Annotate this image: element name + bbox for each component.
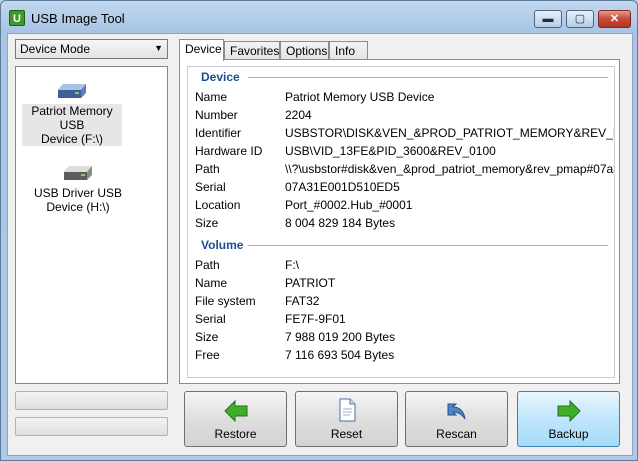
device-label-line1: USB Driver USB	[33, 186, 122, 200]
rescan-arrow-icon	[447, 403, 466, 420]
property-value: 2204	[285, 108, 312, 122]
property-key: Size	[195, 216, 219, 230]
main-window: U USB Image Tool ▬ ▢ ✕ Device Mode ▼ Pat…	[0, 0, 638, 461]
property-row[interactable]: Name Patriot Memory USB Device	[195, 88, 614, 106]
property-value: PATRIOT	[285, 276, 336, 290]
app-logo-icon: U	[9, 10, 25, 26]
arrow-left-icon	[224, 400, 248, 422]
property-value: FE7F-9F01	[285, 312, 346, 326]
close-button[interactable]: ✕	[598, 10, 631, 28]
property-key: Size	[195, 330, 219, 344]
property-row[interactable]: Path \\?\usbstor#disk&ven_&prod_patriot_m…	[195, 160, 614, 178]
backup-button[interactable]: Backup	[517, 391, 620, 447]
maximize-button[interactable]: ▢	[566, 10, 594, 28]
device-label-line2: Device (H:\)	[46, 200, 110, 214]
device-item-patriot[interactable]: Patriot Memory USB Device (F:\)	[22, 81, 122, 146]
property-key: Serial	[195, 312, 226, 326]
property-key: Number	[195, 108, 238, 122]
window-title: USB Image Tool	[31, 11, 125, 26]
chevron-down-icon[interactable]: ▼	[154, 43, 163, 53]
property-key: File system	[195, 294, 256, 308]
rescan-button-label: Rescan	[436, 427, 477, 441]
reset-button[interactable]: Reset	[295, 391, 398, 447]
property-row[interactable]: Hardware ID USB\VID_13FE&PID_3600&REV_010…	[195, 142, 614, 160]
property-row[interactable]: File system FAT32	[195, 292, 614, 310]
property-row[interactable]: Serial 07A31E001D510ED5	[195, 178, 614, 196]
client-area: Device Mode ▼ Patriot Memory USB Device …	[7, 33, 633, 456]
mode-dropdown-value: Device Mode	[20, 42, 91, 56]
property-key: Identifier	[195, 126, 242, 140]
property-row[interactable]: Size 8 004 829 184 Bytes	[195, 214, 614, 232]
property-row[interactable]: Location Port_#0002.Hub_#0001	[195, 196, 614, 214]
group-divider	[248, 245, 608, 246]
reset-button-label: Reset	[330, 427, 363, 441]
property-value: 7 988 019 200 Bytes	[285, 330, 396, 344]
arrow-right-icon	[557, 400, 581, 422]
progress-bar-top	[15, 391, 168, 410]
progress-bar-bottom	[15, 417, 168, 436]
tab-info[interactable]: Info	[329, 41, 368, 60]
group-title-device: Device	[201, 70, 240, 84]
group-divider	[248, 77, 608, 78]
device-label-line1: Patriot Memory USB	[31, 104, 113, 132]
title-bar[interactable]: U USB Image Tool ▬ ▢ ✕	[1, 1, 637, 35]
property-key: Name	[195, 276, 228, 290]
minimize-button[interactable]: ▬	[534, 10, 562, 28]
device-list[interactable]: Patriot Memory USB Device (F:\) USB Driv…	[15, 66, 168, 384]
property-row[interactable]: Serial FE7F-9F01	[195, 310, 614, 328]
property-row[interactable]: Path F:\	[195, 256, 614, 274]
property-value: F:\	[285, 258, 299, 272]
property-value: Patriot Memory USB Device	[285, 90, 435, 104]
property-value: USBSTOR\DISK&VEN_&PROD_PATRIOT_MEMORY&RE…	[285, 126, 615, 140]
property-value: 8 004 829 184 Bytes	[285, 216, 396, 230]
document-icon	[339, 398, 356, 422]
usb-drive-icon	[58, 84, 86, 98]
property-row[interactable]: Identifier USBSTOR\DISK&VEN_&PROD_PATRIOT…	[195, 124, 615, 142]
restore-button[interactable]: Restore	[184, 391, 287, 447]
property-key: Free	[195, 348, 220, 362]
property-value: 7 116 693 504 Bytes	[285, 348, 395, 362]
property-value: USB\VID_13FE&PID_3600&REV_0100	[285, 144, 496, 158]
property-value: Port_#0002.Hub_#0001	[285, 198, 413, 212]
property-row[interactable]: Free 7 116 693 504 Bytes	[195, 346, 614, 364]
property-row[interactable]: Number 2204	[195, 106, 614, 124]
restore-button-label: Restore	[214, 427, 257, 441]
property-row[interactable]: Name PATRIOT	[195, 274, 614, 292]
property-row[interactable]: Size 7 988 019 200 Bytes	[195, 328, 614, 346]
mode-dropdown[interactable]: Device Mode ▼	[15, 39, 168, 59]
property-value: FAT32	[285, 294, 320, 308]
property-key: Path	[195, 162, 220, 176]
property-value: 07A31E001D510ED5	[285, 180, 400, 194]
property-key: Location	[195, 198, 241, 212]
property-grid[interactable]: Device Name Patriot Memory USB Device Num…	[187, 66, 615, 378]
property-key: Serial	[195, 180, 226, 194]
usb-drive-icon	[64, 166, 92, 180]
property-key: Name	[195, 90, 228, 104]
device-label-line2: Device (F:\)	[40, 132, 103, 146]
group-title-volume: Volume	[201, 238, 244, 252]
tab-device[interactable]: Device	[179, 39, 224, 61]
tab-favorites[interactable]: Favorites	[224, 41, 280, 60]
rescan-button[interactable]: Rescan	[405, 391, 508, 447]
property-value: \\?\usbstor#disk&ven_&prod_patriot_memor…	[285, 162, 614, 176]
device-item-usb-driver[interactable]: USB Driver USB Device (H:\)	[28, 163, 128, 214]
property-key: Hardware ID	[195, 144, 263, 158]
property-key: Path	[195, 258, 220, 272]
device-tab-panel: Device Name Patriot Memory USB Device Num…	[179, 59, 620, 384]
backup-button-label: Backup	[548, 427, 589, 441]
tab-options[interactable]: Options	[280, 41, 329, 60]
